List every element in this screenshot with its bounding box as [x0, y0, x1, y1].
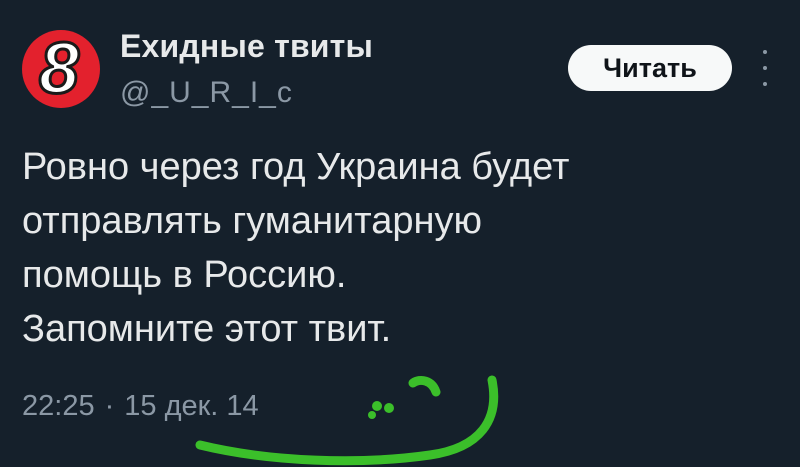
- author-name[interactable]: Ехидные твиты: [120, 28, 373, 65]
- more-dot: [763, 66, 767, 70]
- scribble-dot: [372, 401, 382, 411]
- tweet-timestamp[interactable]: 22:25 · 15 дек. 14: [22, 390, 259, 423]
- avatar[interactable]: 8: [22, 30, 100, 108]
- scribble-dot: [368, 411, 376, 419]
- read-button[interactable]: Читать: [568, 45, 732, 91]
- meta-separator: ·: [104, 390, 115, 422]
- tweet-date: 15 дек. 14: [124, 390, 259, 422]
- avatar-logo-digit: 8: [37, 30, 80, 108]
- tweet-line: Ровно через год Украина будет: [22, 146, 570, 188]
- tweet-text: Ровно через год Украина будет отправлять…: [22, 140, 762, 356]
- tweet-line: Запомните этот твит.: [22, 308, 392, 350]
- scribble-dot: [384, 403, 394, 413]
- tweet-line: помощь в Россию.: [22, 254, 347, 296]
- tweet-time: 22:25: [22, 390, 95, 422]
- tweet-card: 8 Ехидные твиты @_U_R_I_c Читать Ровно ч…: [0, 0, 800, 467]
- author-handle[interactable]: @_U_R_I_c: [120, 76, 293, 110]
- more-dot: [763, 82, 767, 86]
- tweet-line: отправлять гуманитарную: [22, 200, 483, 242]
- more-dot: [763, 50, 767, 54]
- scribble-eye-stroke: [408, 375, 441, 397]
- more-options-icon[interactable]: [760, 50, 770, 86]
